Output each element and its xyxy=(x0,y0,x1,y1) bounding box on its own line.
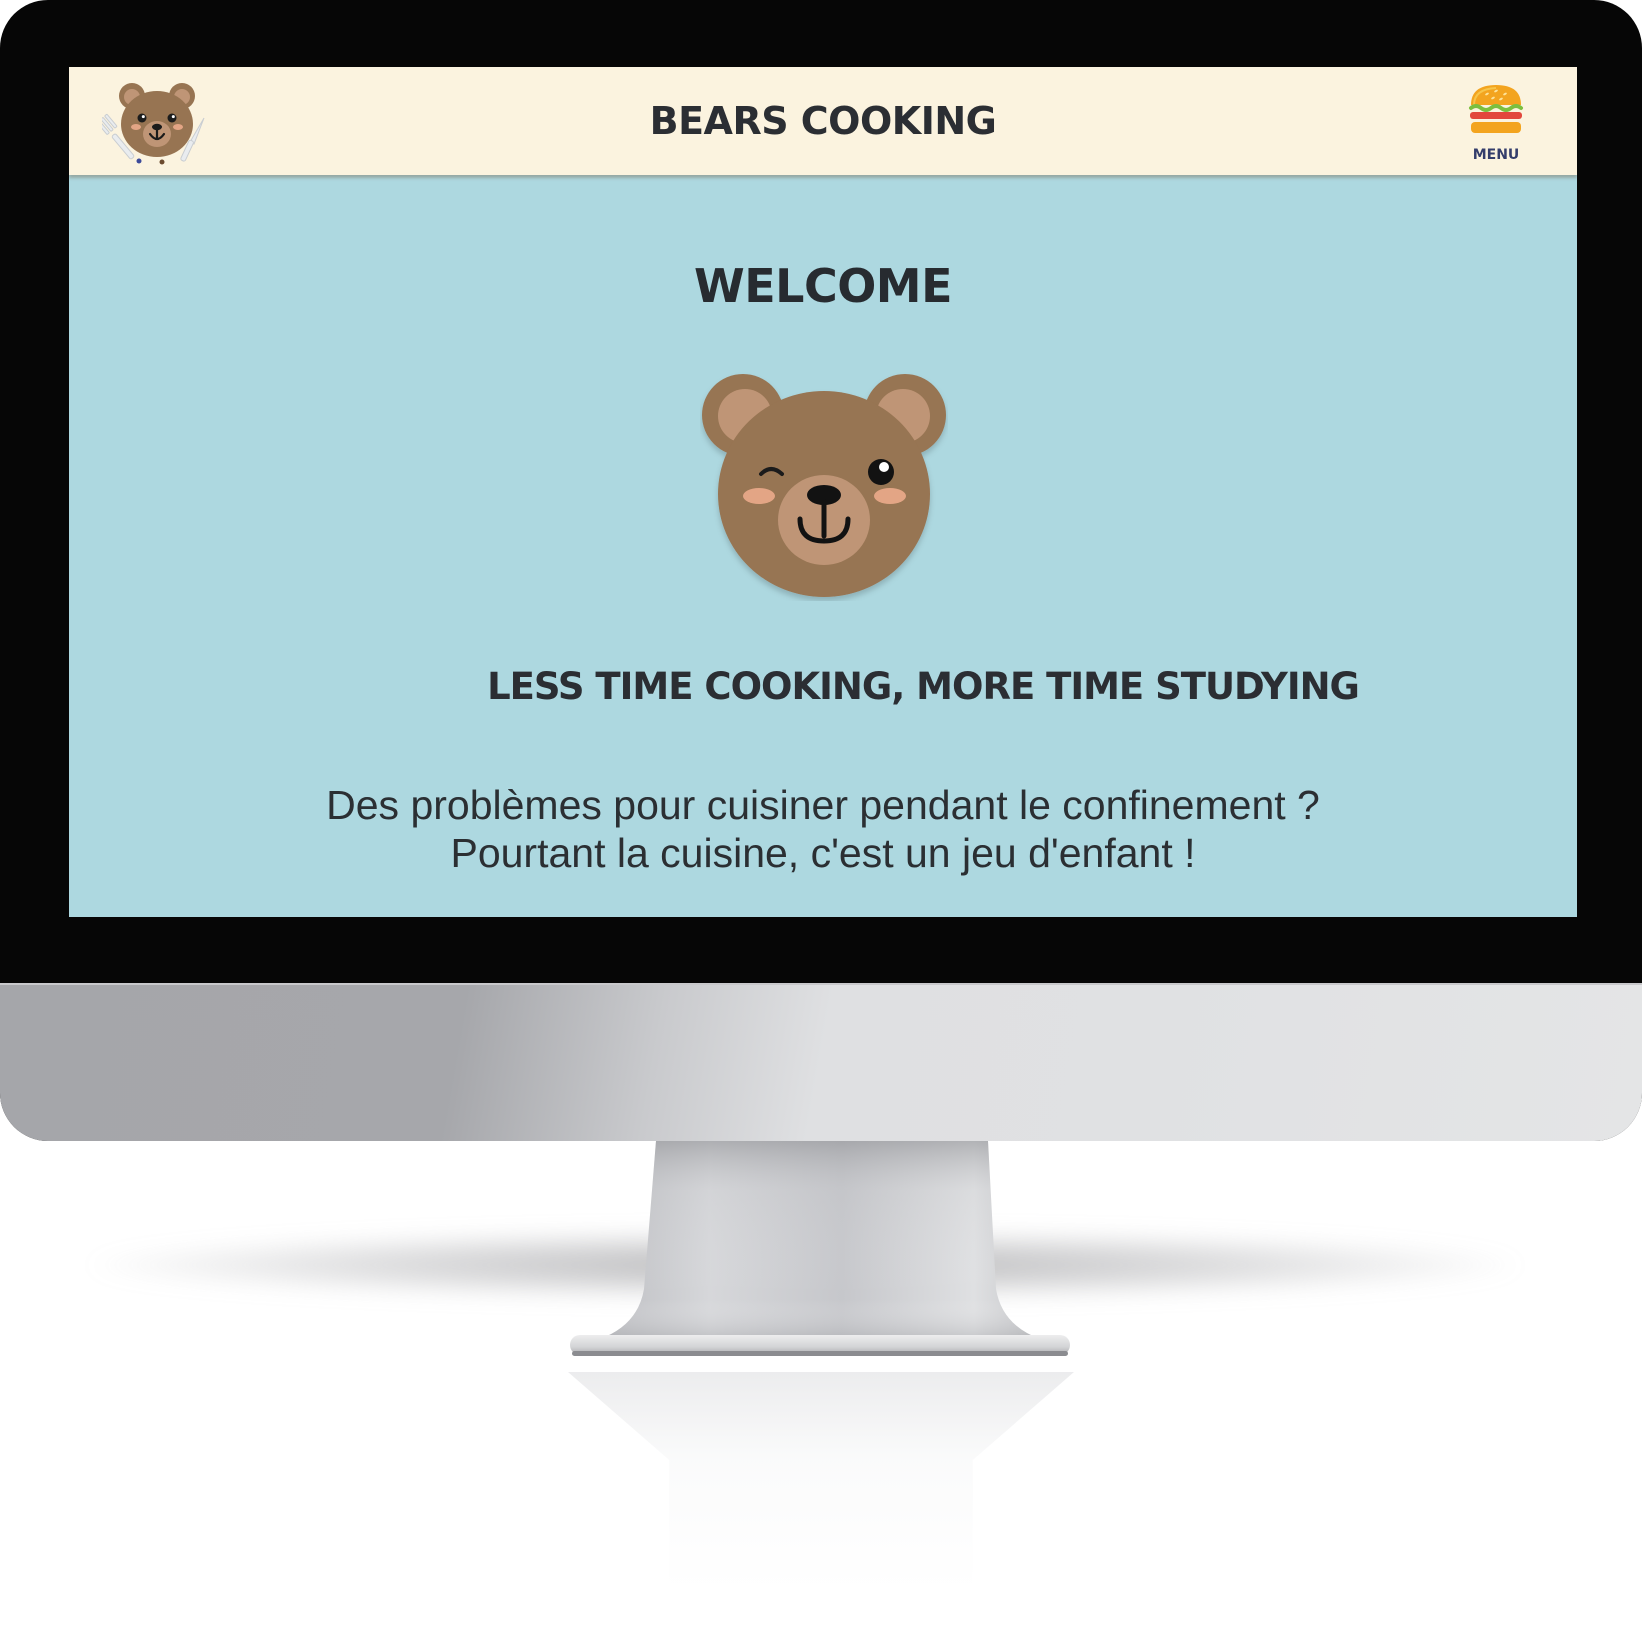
winking-bear-icon xyxy=(700,369,948,601)
menu-button[interactable]: MENU xyxy=(1460,81,1532,165)
welcome-heading: WELCOME xyxy=(693,259,953,313)
tagline: LESS TIME COOKING, MORE TIME STUDYING xyxy=(487,665,1360,708)
website-screen: BEARS COOKING MENU WELCOME LESS TIME COO… xyxy=(69,67,1577,917)
intro-line: Pourtant la cuisine, c'est un jeu d'enfa… xyxy=(450,830,1196,876)
burger-icon xyxy=(1469,85,1523,133)
desktop-monitor-mockup: BEARS COOKING MENU WELCOME LESS TIME COO… xyxy=(0,0,1642,1651)
site-title: BEARS COOKING xyxy=(649,99,997,143)
intro-line: Des problèmes pour cuisiner pendant le c… xyxy=(326,782,1320,828)
intro-text: Des problèmes pour cuisiner pendant le c… xyxy=(69,781,1577,877)
menu-label: MENU xyxy=(1472,147,1520,163)
stand-reflection xyxy=(568,1372,1074,1592)
monitor-chin xyxy=(0,983,1642,1141)
monitor-stand xyxy=(560,1139,1080,1369)
monitor-bezel: BEARS COOKING MENU WELCOME LESS TIME COO… xyxy=(0,0,1642,1141)
site-header: BEARS COOKING MENU xyxy=(69,67,1577,175)
